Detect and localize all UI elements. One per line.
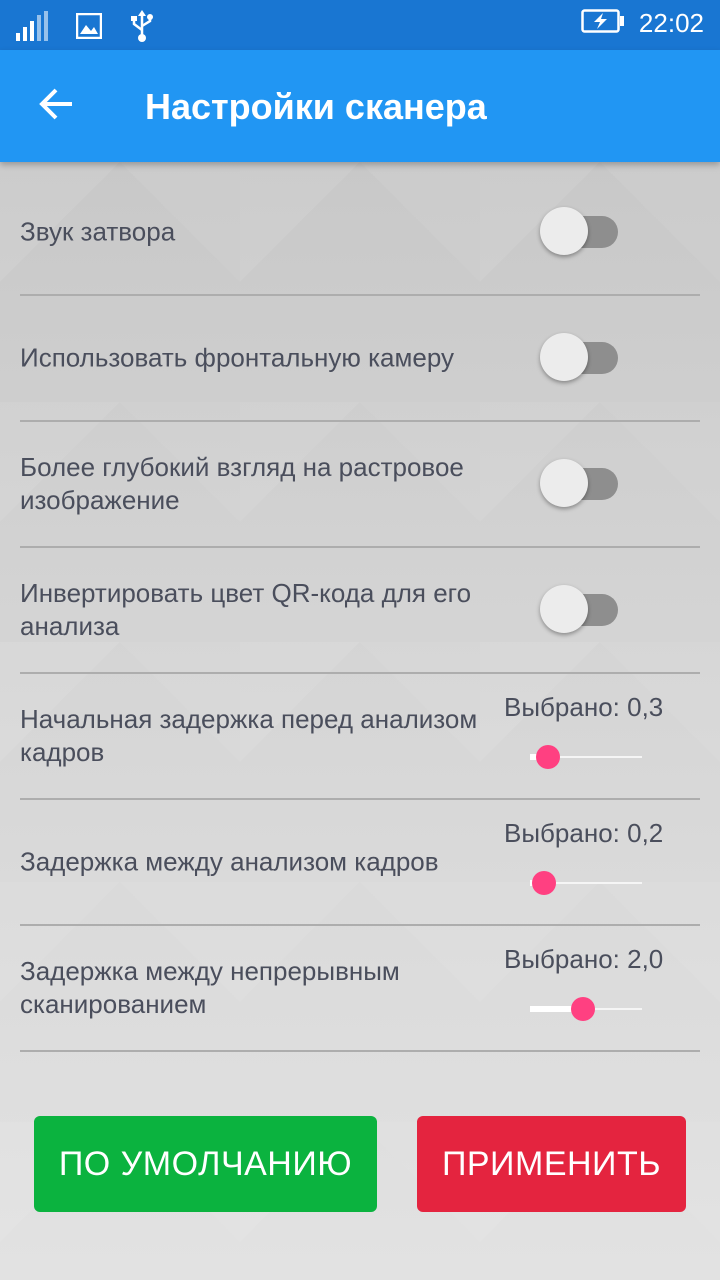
page-title: Настройки сканера	[145, 86, 487, 127]
toggle-thumb	[540, 459, 588, 507]
toggle-thumb	[540, 585, 588, 633]
setting-row-frame-delay: Задержка между анализом кадров Выбрано: …	[20, 800, 700, 926]
toggle-shutter-sound[interactable]	[540, 207, 620, 257]
setting-label: Инвертировать цвет QR-кода для его анали…	[20, 578, 472, 641]
slider-continuous-delay[interactable]	[530, 994, 642, 1024]
setting-row-continuous-delay: Задержка между непрерывным сканированием…	[20, 926, 700, 1052]
slider-value-text: Выбрано: 0,3	[504, 692, 664, 722]
slider-knob[interactable]	[571, 997, 595, 1021]
toggle-thumb	[540, 207, 588, 255]
arrow-back-icon	[38, 88, 74, 125]
image-icon	[75, 12, 103, 44]
setting-label: Использовать фронтальную камеру	[20, 342, 455, 373]
toggle-invert-qr[interactable]	[540, 585, 620, 635]
settings-list: Звук затвора Использовать фронтальную ка…	[20, 170, 700, 1052]
battery-charging-icon	[581, 8, 625, 39]
status-icons-right: 22:02	[581, 8, 704, 39]
toggle-front-camera[interactable]	[540, 333, 620, 383]
status-icons-left	[16, 10, 154, 47]
setting-label: Начальная задержка перед анализом кадров	[20, 704, 478, 767]
usb-icon	[130, 10, 154, 47]
default-button[interactable]: ПО УМОЛЧАНИЮ	[34, 1116, 377, 1212]
setting-label: Более глубокий взгляд на растровое изобр…	[20, 452, 464, 515]
toggle-deeper-bitmap[interactable]	[540, 459, 620, 509]
setting-row-initial-delay: Начальная задержка перед анализом кадров…	[20, 674, 700, 800]
setting-row-invert-qr: Инвертировать цвет QR-кода для его анали…	[20, 548, 700, 674]
setting-row-front-camera: Использовать фронтальную камеру	[20, 296, 700, 422]
slider-knob[interactable]	[532, 871, 556, 895]
setting-label: Звук затвора	[20, 216, 176, 247]
setting-row-shutter-sound: Звук затвора	[20, 170, 700, 296]
setting-label: Задержка между анализом кадров	[20, 846, 439, 877]
apply-button[interactable]: ПРИМЕНИТЬ	[417, 1116, 686, 1212]
toggle-thumb	[540, 333, 588, 381]
slider-knob[interactable]	[536, 745, 560, 769]
signal-icon	[16, 11, 48, 46]
status-time: 22:02	[638, 8, 704, 38]
slider-value-text: Выбрано: 2,0	[504, 944, 664, 974]
app-bar: Настройки сканера	[0, 50, 720, 162]
back-button[interactable]	[24, 74, 88, 138]
slider-frame-delay[interactable]	[530, 868, 642, 898]
setting-label: Задержка между непрерывным сканированием	[20, 956, 400, 1019]
status-bar: 22:02	[0, 0, 720, 50]
slider-initial-delay[interactable]	[530, 742, 642, 772]
setting-row-deeper-bitmap: Более глубокий взгляд на растровое изобр…	[20, 422, 700, 548]
slider-value-text: Выбрано: 0,2	[504, 818, 664, 848]
